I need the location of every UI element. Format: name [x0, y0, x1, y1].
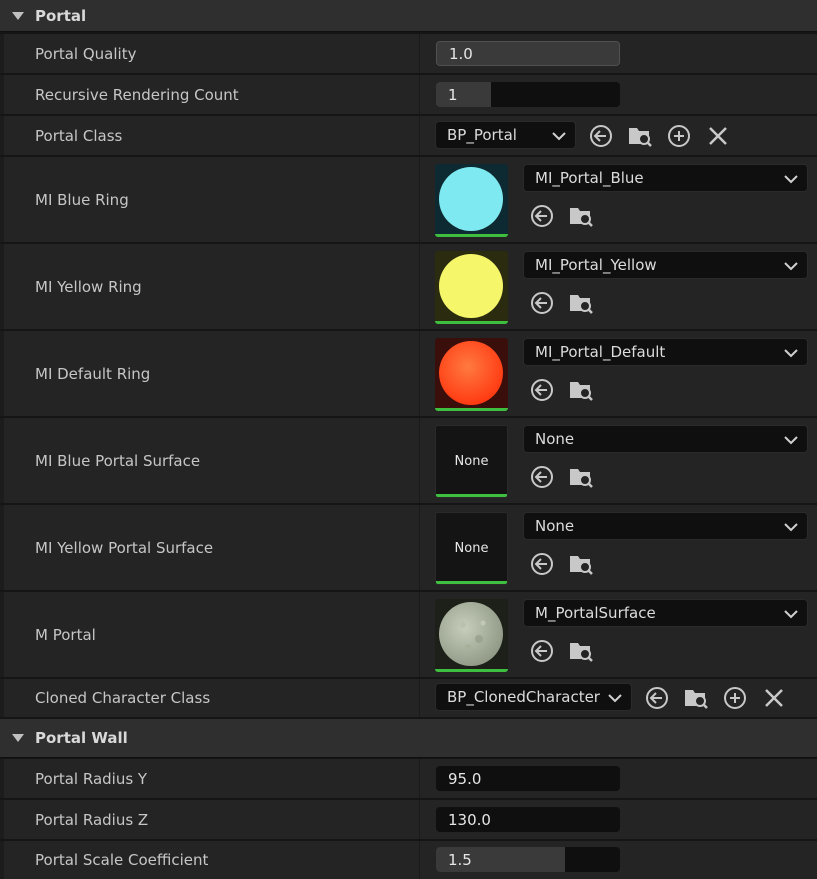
valid-indicator	[435, 321, 508, 324]
valid-indicator	[435, 408, 508, 411]
clear-icon[interactable]	[705, 123, 731, 149]
property-label: Cloned Character Class	[35, 689, 211, 707]
cloned-character-class-combo[interactable]: BP_ClonedCharacter	[435, 683, 632, 711]
property-label: MI Blue Portal Surface	[35, 451, 201, 470]
valid-indicator	[436, 494, 507, 497]
property-row-mi-yellow-ring: MI Yellow Ring MI_Portal_Yellow	[0, 244, 817, 330]
chevron-down-icon	[784, 262, 798, 271]
property-row-cloned-character-class: Cloned Character Class BP_ClonedCharacte…	[0, 679, 817, 718]
browse-asset-icon[interactable]	[683, 685, 709, 711]
property-row-mi-default-ring: MI Default Ring MI_Portal_Default	[0, 331, 817, 417]
section-header-portal-wall[interactable]: Portal Wall	[0, 719, 817, 758]
property-label: Portal Radius Y	[35, 769, 148, 788]
chevron-down-icon	[784, 523, 798, 532]
slider-fill	[436, 82, 492, 107]
material-thumbnail[interactable]	[435, 599, 508, 672]
asset-combo[interactable]: MI_Portal_Yellow	[523, 251, 808, 279]
property-row-portal-class: Portal Class BP_Portal	[0, 116, 817, 156]
collapse-arrow-icon[interactable]	[12, 734, 24, 742]
property-label: Portal Class	[35, 126, 123, 145]
property-row-mi-blue-portal-surface: MI Blue Portal Surface None None	[0, 418, 817, 504]
portal-radius-y-field[interactable]: 95.0	[436, 766, 620, 791]
property-label: MI Yellow Ring	[35, 277, 142, 296]
browse-asset-icon[interactable]	[568, 290, 594, 316]
browse-asset-icon[interactable]	[627, 123, 653, 149]
browse-asset-icon[interactable]	[568, 377, 594, 403]
portal-scale-coefficient-field[interactable]: 1.5	[436, 847, 620, 872]
use-selected-icon[interactable]	[529, 377, 555, 403]
property-label: Portal Radius Z	[35, 810, 149, 829]
recursive-rendering-count-field[interactable]: 1	[436, 82, 620, 107]
browse-asset-icon[interactable]	[568, 464, 594, 490]
portal-radius-z-field[interactable]: 130.0	[436, 807, 620, 832]
material-thumbnail[interactable]: None	[435, 425, 508, 498]
property-label: Portal Scale Coefficient	[35, 851, 209, 869]
browse-asset-icon[interactable]	[568, 638, 594, 664]
add-icon[interactable]	[666, 123, 692, 149]
property-label: M Portal	[35, 625, 96, 644]
use-selected-icon[interactable]	[644, 685, 670, 711]
details-panel: Portal Portal Quality 1.0 Recursive Rend…	[0, 0, 817, 879]
asset-combo[interactable]: None	[523, 512, 808, 540]
clear-icon[interactable]	[761, 685, 787, 711]
use-selected-icon[interactable]	[588, 123, 614, 149]
property-row-mi-yellow-portal-surface: MI Yellow Portal Surface None None	[0, 505, 817, 591]
use-selected-icon[interactable]	[529, 290, 555, 316]
section-title: Portal Wall	[35, 729, 128, 747]
material-thumbnail[interactable]	[435, 338, 508, 411]
chevron-down-icon	[784, 610, 798, 619]
material-thumbnail[interactable]	[435, 251, 508, 324]
valid-indicator	[436, 581, 507, 584]
chevron-down-icon	[552, 132, 566, 141]
property-row-recursive-rendering-count: Recursive Rendering Count 1	[0, 75, 817, 115]
property-label: Portal Quality	[35, 44, 137, 63]
asset-combo[interactable]: None	[523, 425, 808, 453]
valid-indicator	[435, 234, 508, 237]
portal-quality-field[interactable]: 1.0	[436, 41, 620, 66]
section-title: Portal	[35, 6, 87, 25]
material-thumbnail[interactable]: None	[435, 512, 508, 585]
property-row-portal-radius-y: Portal Radius Y 95.0	[0, 759, 817, 799]
chevron-down-icon	[784, 436, 798, 445]
use-selected-icon[interactable]	[529, 638, 555, 664]
asset-combo[interactable]: M_PortalSurface	[523, 599, 808, 627]
valid-indicator	[435, 669, 508, 672]
chevron-down-icon	[784, 175, 798, 184]
browse-asset-icon[interactable]	[568, 551, 594, 577]
asset-combo[interactable]: MI_Portal_Blue	[523, 164, 808, 192]
chevron-down-icon	[784, 349, 798, 358]
portal-class-combo[interactable]: BP_Portal	[435, 121, 576, 149]
property-row-portal-quality: Portal Quality 1.0	[0, 34, 817, 74]
asset-combo[interactable]: MI_Portal_Default	[523, 338, 808, 366]
material-thumbnail[interactable]	[435, 164, 508, 237]
property-label: Recursive Rendering Count	[35, 85, 239, 104]
use-selected-icon[interactable]	[529, 203, 555, 229]
use-selected-icon[interactable]	[529, 551, 555, 577]
property-label: MI Blue Ring	[35, 190, 129, 209]
property-row-m-portal: M Portal M_PortalSurface	[0, 592, 817, 678]
chevron-down-icon	[608, 694, 622, 703]
property-row-portal-radius-z: Portal Radius Z 130.0	[0, 800, 817, 840]
property-label: MI Default Ring	[35, 364, 151, 383]
property-row-portal-scale-coefficient: Portal Scale Coefficient 1.5	[0, 841, 817, 879]
property-row-mi-blue-ring: MI Blue Ring MI_Portal_Blue	[0, 157, 817, 243]
browse-asset-icon[interactable]	[568, 203, 594, 229]
property-label: MI Yellow Portal Surface	[35, 538, 214, 557]
collapse-arrow-icon[interactable]	[12, 11, 24, 20]
section-header-portal[interactable]: Portal	[0, 0, 817, 32]
add-icon[interactable]	[722, 685, 748, 711]
use-selected-icon[interactable]	[529, 464, 555, 490]
